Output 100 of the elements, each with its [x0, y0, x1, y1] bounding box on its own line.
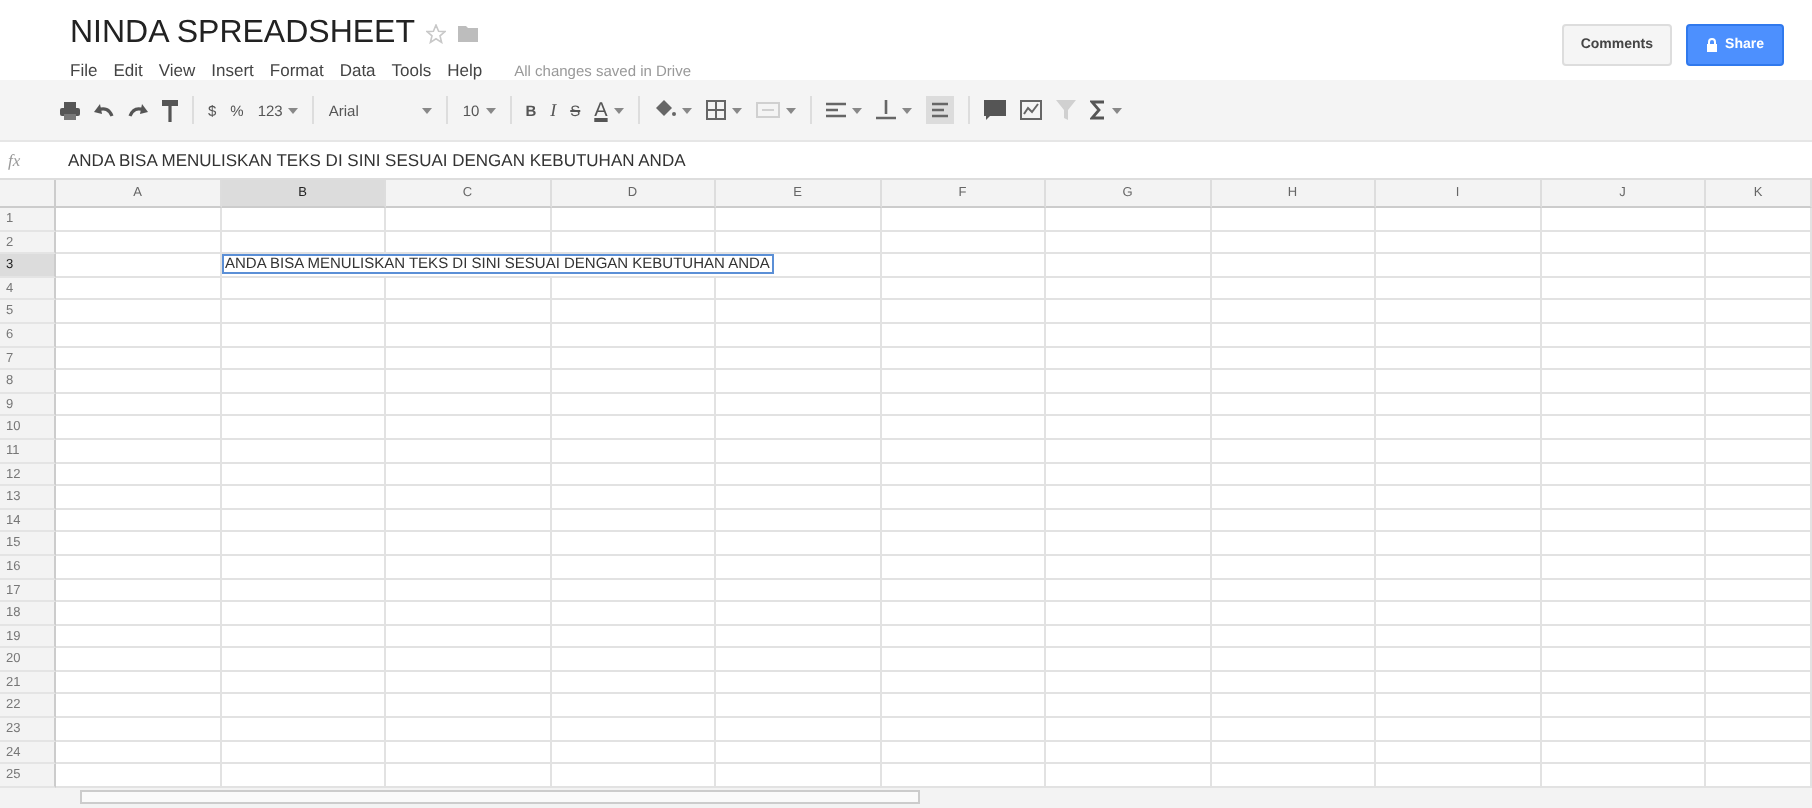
table-cell[interactable]	[386, 208, 551, 232]
table-cell[interactable]	[881, 671, 1046, 695]
table-cell[interactable]	[1541, 579, 1706, 603]
table-cell[interactable]	[1211, 254, 1376, 278]
table-cell[interactable]	[551, 416, 716, 440]
table-cell[interactable]	[1046, 509, 1211, 533]
caret-icon[interactable]	[422, 107, 433, 113]
table-cell[interactable]	[881, 393, 1046, 417]
table-cell[interactable]	[551, 532, 716, 556]
table-cell[interactable]	[1046, 718, 1211, 742]
table-cell[interactable]	[1046, 625, 1211, 649]
table-cell[interactable]	[221, 671, 386, 695]
menu-item[interactable]: Tools	[391, 60, 432, 80]
table-cell[interactable]	[221, 718, 386, 742]
table-cell[interactable]	[716, 231, 881, 255]
table-cell[interactable]	[1211, 300, 1376, 324]
table-cell[interactable]	[551, 718, 716, 742]
table-cell[interactable]	[716, 671, 881, 695]
table-cell[interactable]	[716, 393, 881, 417]
table-cell[interactable]	[1046, 416, 1211, 440]
table-cell[interactable]	[716, 323, 881, 348]
table-cell[interactable]	[1541, 254, 1706, 278]
align-left-icon[interactable]	[825, 101, 846, 119]
table-cell[interactable]	[56, 254, 221, 278]
sum-icon[interactable]	[1089, 100, 1106, 120]
table-cell[interactable]	[551, 277, 716, 301]
paint-bucket-icon[interactable]	[653, 100, 676, 120]
table-cell[interactable]	[716, 648, 881, 672]
table-cell[interactable]	[56, 671, 221, 695]
paint-roller-icon[interactable]	[162, 99, 178, 121]
table-cell[interactable]	[1376, 602, 1541, 626]
table-cell[interactable]	[1046, 254, 1211, 278]
table-cell[interactable]	[716, 741, 881, 765]
menu-item[interactable]: Edit	[113, 60, 143, 80]
table-cell[interactable]	[1541, 347, 1706, 371]
menu-item[interactable]: Format	[269, 60, 324, 80]
table-cell[interactable]	[551, 370, 716, 394]
table-cell[interactable]	[881, 323, 1046, 348]
table-cell[interactable]	[1706, 439, 1812, 464]
table-cell[interactable]	[1541, 532, 1706, 556]
table-cell[interactable]	[881, 439, 1046, 464]
table-cell[interactable]	[881, 602, 1046, 626]
table-cell[interactable]	[881, 277, 1046, 301]
table-cell[interactable]	[1706, 347, 1812, 371]
table-cell[interactable]	[551, 463, 716, 487]
table-cell[interactable]	[551, 300, 716, 324]
table-cell[interactable]	[1541, 208, 1706, 232]
table-cell[interactable]	[1541, 555, 1706, 579]
table-cell[interactable]	[881, 254, 1046, 278]
document-title[interactable]: NINDA SPREADSHEET	[70, 16, 415, 52]
table-cell[interactable]	[716, 300, 881, 324]
caret-icon[interactable]	[1111, 107, 1122, 113]
table-cell[interactable]	[1541, 648, 1706, 672]
table-cell[interactable]	[1046, 439, 1211, 464]
table-cell[interactable]	[1046, 323, 1211, 348]
table-cell[interactable]	[221, 625, 386, 649]
table-cell[interactable]	[1211, 602, 1376, 626]
table-cell[interactable]	[1541, 300, 1706, 324]
table-cell[interactable]	[1046, 463, 1211, 487]
table-cell[interactable]	[1376, 323, 1541, 348]
table-cell[interactable]	[716, 370, 881, 394]
table-cell[interactable]	[1706, 231, 1812, 255]
text-color-button[interactable]: A	[594, 99, 608, 121]
table-cell[interactable]	[551, 741, 716, 765]
table-cell[interactable]	[56, 370, 221, 394]
table-cell[interactable]	[1541, 741, 1706, 765]
table-cell[interactable]	[386, 671, 551, 695]
table-cell[interactable]	[1376, 277, 1541, 301]
table-cell[interactable]	[1376, 463, 1541, 487]
table-cell[interactable]	[386, 231, 551, 255]
table-cell[interactable]	[1706, 300, 1812, 324]
table-cell[interactable]	[1376, 718, 1541, 742]
table-cell[interactable]	[221, 393, 386, 417]
table-cell[interactable]	[1046, 671, 1211, 695]
table-cell[interactable]	[221, 416, 386, 440]
folder-icon[interactable]	[458, 26, 479, 42]
table-cell[interactable]	[1706, 393, 1812, 417]
table-cell[interactable]	[1541, 463, 1706, 487]
table-cell[interactable]	[881, 509, 1046, 533]
table-cell[interactable]	[1541, 416, 1706, 440]
table-cell[interactable]	[1376, 208, 1541, 232]
table-cell[interactable]	[1706, 277, 1812, 301]
table-cell[interactable]	[1541, 509, 1706, 533]
chart-icon[interactable]	[1019, 100, 1042, 120]
table-cell[interactable]	[221, 694, 386, 719]
table-cell[interactable]	[1541, 439, 1706, 464]
table-cell[interactable]	[56, 323, 221, 348]
table-cell[interactable]	[386, 323, 551, 348]
table-cell[interactable]	[1541, 602, 1706, 626]
table-cell[interactable]	[1211, 718, 1376, 742]
formula-input[interactable]: ANDA BISA MENULISKAN TEKS DI SINI SESUAI DENGAN KEBUTUHAN ANDA	[68, 150, 686, 170]
table-cell[interactable]	[551, 509, 716, 533]
table-cell[interactable]	[1541, 323, 1706, 348]
caret-icon[interactable]	[485, 107, 496, 113]
table-cell[interactable]	[221, 231, 386, 255]
table-cell[interactable]	[386, 277, 551, 301]
table-cell[interactable]	[386, 416, 551, 440]
table-cell[interactable]	[716, 416, 881, 440]
table-cell[interactable]	[1706, 555, 1812, 579]
table-cell[interactable]	[881, 208, 1046, 232]
